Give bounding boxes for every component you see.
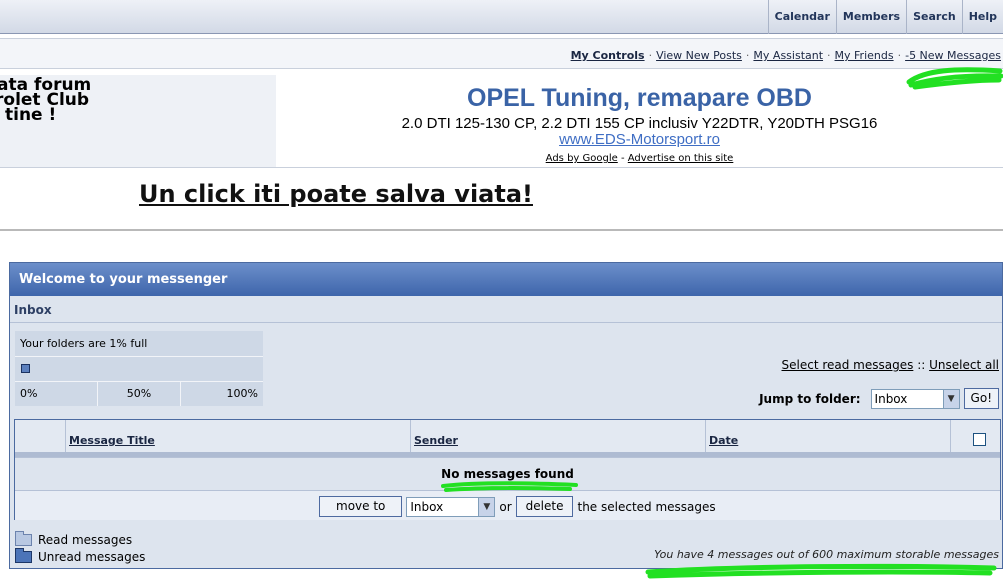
separator: · xyxy=(897,49,902,62)
horizontal-rule xyxy=(0,229,1003,231)
divider xyxy=(10,322,1002,323)
separator: · xyxy=(648,49,653,62)
forum-banner: ata forum rolet Club tine ! xyxy=(0,75,276,167)
nav-help-link[interactable]: Help xyxy=(961,0,1003,34)
view-new-posts-link[interactable]: View New Posts xyxy=(656,49,742,62)
jump-folder-select[interactable]: Inbox ▼ xyxy=(870,388,960,409)
green-highlight-scribble xyxy=(906,67,1003,90)
my-controls-link[interactable]: My Controls xyxy=(571,49,645,62)
separator: · xyxy=(827,49,831,62)
chevron-down-icon: ▼ xyxy=(942,389,959,408)
messenger-panel: Welcome to your messenger Inbox Your fol… xyxy=(9,262,1003,569)
folder-title: Inbox xyxy=(14,303,52,317)
legend-read: Read messages xyxy=(15,530,145,548)
move-folder-value: Inbox xyxy=(410,499,444,514)
green-highlight-scribble xyxy=(441,481,578,492)
unread-folder-icon xyxy=(15,547,32,563)
jump-folder-value: Inbox xyxy=(874,391,908,406)
delete-button[interactable]: delete xyxy=(515,496,574,517)
ad-footer: Ads by Google - Advertise on this site xyxy=(276,153,1003,164)
table-actions: move to Inbox ▼ or delete the selected m… xyxy=(15,490,1000,520)
quota-scale: 0% 50% 100% xyxy=(15,381,263,406)
header-stripe xyxy=(15,452,1000,457)
read-folder-icon xyxy=(15,530,32,546)
or-label: or xyxy=(499,499,512,514)
chevron-down-icon: ▼ xyxy=(478,497,495,516)
messenger-header: Welcome to your messenger xyxy=(10,263,1002,296)
select-links: Select read messages :: Unselect all xyxy=(782,358,1000,372)
nav-members-link[interactable]: Members xyxy=(835,0,906,34)
messages-table: Message Title Sender Date No messages fo… xyxy=(14,419,1001,520)
green-highlight-scribble xyxy=(645,563,997,579)
nav-calendar-link[interactable]: Calendar xyxy=(767,0,836,34)
table-header: Message Title Sender Date xyxy=(15,420,1000,458)
banner-line-3: tine ! xyxy=(5,105,57,125)
scale-100: 100% xyxy=(180,381,263,406)
col-date-label[interactable]: Date xyxy=(709,434,738,447)
select-sep: :: xyxy=(917,358,926,372)
select-read-link[interactable]: Select read messages xyxy=(782,358,914,372)
user-bar: My Controls · View New Posts · My Assistant ·… xyxy=(0,38,1003,69)
top-nav-bar: Calendar Members Search Help xyxy=(0,0,1003,34)
folder-quota: Your folders are 1% full 0% 50% 100% xyxy=(15,331,263,406)
legend-unread-label: Unread messages xyxy=(38,549,146,564)
quota-text: Your folders are 1% full xyxy=(20,337,148,350)
col-title-label[interactable]: Message Title xyxy=(69,434,155,447)
divider xyxy=(0,167,1003,168)
scale-50: 50% xyxy=(97,381,180,406)
ad-dash: - xyxy=(620,153,625,164)
selected-messages-label: the selected messages xyxy=(577,499,716,514)
slogan-link[interactable]: Un click iti poate salva viata! xyxy=(139,180,533,208)
col-sender-label[interactable]: Sender xyxy=(414,434,458,447)
user-links: My Controls · View New Posts · My Assistant ·… xyxy=(571,49,1001,62)
jump-label: Jump to folder: xyxy=(759,391,861,406)
my-friends-link[interactable]: My Friends xyxy=(835,49,894,62)
scale-0: 0% xyxy=(20,387,38,400)
my-assistant-link[interactable]: My Assistant xyxy=(753,49,823,62)
move-to-button[interactable]: move to xyxy=(319,496,403,517)
quota-bar xyxy=(21,364,30,373)
go-button[interactable]: Go! xyxy=(963,388,999,409)
ads-by-google-link[interactable]: Ads by Google xyxy=(546,153,618,164)
divider xyxy=(15,356,263,357)
advertise-link[interactable]: Advertise on this site xyxy=(628,153,734,164)
google-ad: OPEL Tuning, remapare OBD 2.0 DTI 125-13… xyxy=(276,76,1003,168)
move-folder-select[interactable]: Inbox ▼ xyxy=(406,496,496,517)
ad-description: 2.0 DTI 125-130 CP, 2.2 DTI 155 CP inclu… xyxy=(401,115,878,132)
top-nav-links: Calendar Members Search Help xyxy=(767,0,1003,34)
ad-title[interactable]: OPEL Tuning, remapare OBD xyxy=(276,84,1003,113)
ad-url-link[interactable]: www.EDS-Motorsport.ro xyxy=(276,131,1003,148)
nav-search-link[interactable]: Search xyxy=(906,0,962,34)
legend-read-label: Read messages xyxy=(38,532,133,547)
legend-unread: Unread messages xyxy=(15,547,146,565)
select-all-checkbox[interactable] xyxy=(973,433,986,446)
unselect-all-link[interactable]: Unselect all xyxy=(929,358,999,372)
folder-legend: Read messages Unread messages xyxy=(15,530,146,565)
jump-to-folder: Jump to folder: Inbox ▼ Go! xyxy=(759,388,999,409)
separator: · xyxy=(745,49,750,62)
new-messages-link[interactable]: -5 New Messages xyxy=(905,49,1001,62)
storage-info: You have 4 messages out of 600 maximum s… xyxy=(654,548,999,561)
